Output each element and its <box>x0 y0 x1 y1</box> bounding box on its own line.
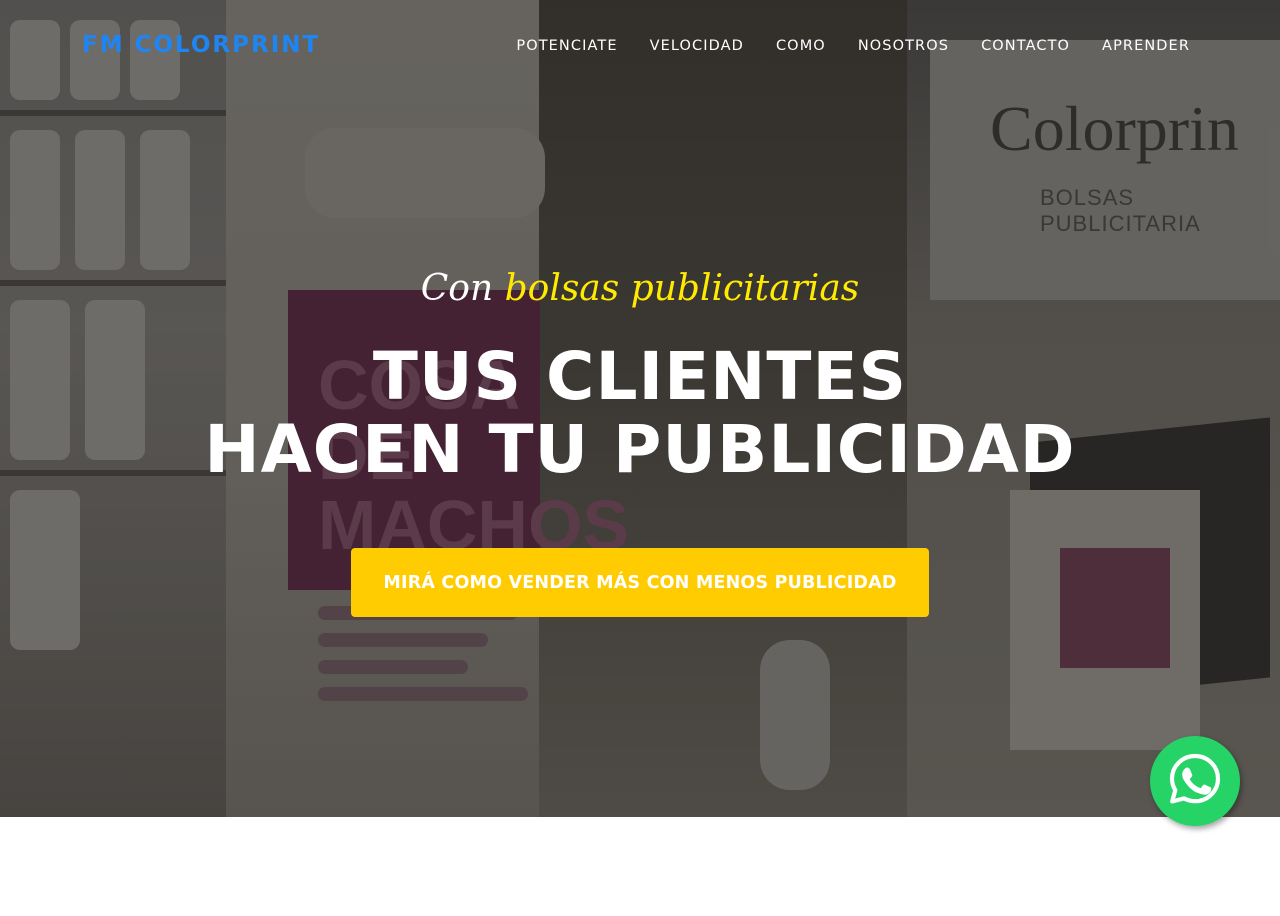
nav-item-nosotros[interactable]: NOSOTROS <box>842 38 965 54</box>
nav-item-potenciate[interactable]: POTENCIATE <box>500 38 633 54</box>
nav-item-como[interactable]: COMO <box>760 38 842 54</box>
brand-logo[interactable]: FM COLORPRINT <box>82 32 320 58</box>
navbar: FM COLORPRINT POTENCIATE VELOCIDAD COMO … <box>0 0 1280 96</box>
cta-button[interactable]: MIRÁ COMO VENDER MÁS CON MENOS PUBLICIDA… <box>351 548 929 617</box>
nav-menu: POTENCIATE VELOCIDAD COMO NOSOTROS CONTA… <box>500 38 1190 54</box>
nav-item-velocidad[interactable]: VELOCIDAD <box>634 38 760 54</box>
hero-headline: TUS CLIENTES HACEN TU PUBLICIDAD <box>0 340 1280 486</box>
nav-item-contacto[interactable]: CONTACTO <box>965 38 1086 54</box>
nav-item-aprender[interactable]: APRENDER <box>1086 38 1190 54</box>
hero-subtitle-prefix: Con <box>420 268 494 309</box>
hero-section: COSA DE MACHOS Colorprin BOLSAS PUBLICIT… <box>0 0 1280 817</box>
hero-headline-line1: TUS CLIENTES <box>372 338 908 415</box>
whatsapp-icon <box>1167 751 1223 811</box>
hero-headline-line2: HACEN TU PUBLICIDAD <box>204 411 1076 488</box>
hero-subtitle: Con bolsas publicitarias <box>0 268 1280 309</box>
hero-subtitle-highlight: bolsas publicitarias <box>504 268 860 309</box>
whatsapp-button[interactable] <box>1150 736 1240 826</box>
